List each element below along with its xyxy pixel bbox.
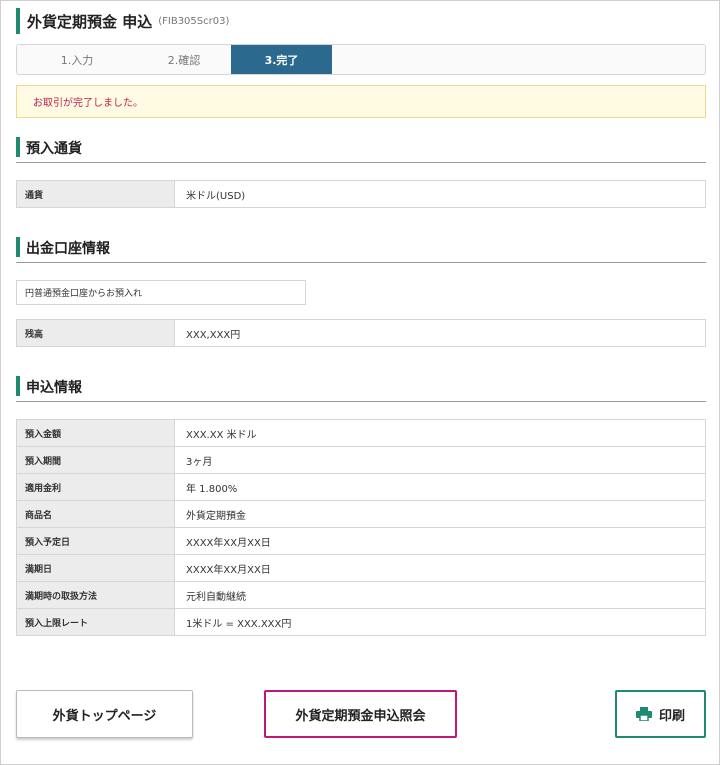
table-row: 預入期間 3ヶ月 xyxy=(16,446,706,474)
section-heading-text: 預入通貨 xyxy=(26,141,82,157)
row-label: 満期時の取扱方法 xyxy=(16,581,175,609)
section-heading-text: 出金口座情報 xyxy=(26,241,110,257)
currency-table: 通貨 米ドル(USD) xyxy=(16,180,706,208)
row-label: 通貨 xyxy=(16,180,175,208)
button-label: 印刷 xyxy=(658,708,685,724)
row-value: 3ヶ月 xyxy=(174,446,706,474)
table-row: 満期時の取扱方法 元利自動継続 xyxy=(16,581,706,609)
row-value: XXXX年XX月XX日 xyxy=(174,554,706,582)
section-heading-currency: 預入通貨 xyxy=(16,135,706,163)
table-row: 預入予定日 XXXX年XX月XX日 xyxy=(16,527,706,555)
table-row: 預入金額 XXX.XX 米ドル xyxy=(16,419,706,447)
step-input: 1.入力 xyxy=(60,53,94,67)
table-row: 商品名 外貨定期預金 xyxy=(16,500,706,528)
heading-bar xyxy=(16,376,20,396)
section-heading-application: 申込情報 xyxy=(16,374,706,402)
section-heading-text: 申込情報 xyxy=(26,380,82,396)
row-value: 米ドル(USD) xyxy=(174,180,706,208)
row-label: 預入金額 xyxy=(16,419,175,447)
application-table: 預入金額 XXX.XX 米ドル 預入期間 3ヶ月 適用金利 年 1.800% 商… xyxy=(16,419,706,636)
row-label: 商品名 xyxy=(16,500,175,528)
row-label: 預入期間 xyxy=(16,446,175,474)
row-value: 年 1.800% xyxy=(174,473,706,501)
heading-bar xyxy=(16,237,20,257)
row-value: XXX,XXX円 xyxy=(174,319,706,347)
row-label: 預入予定日 xyxy=(16,527,175,555)
row-value: XXXX年XX月XX日 xyxy=(174,527,706,555)
row-label: 適用金利 xyxy=(16,473,175,501)
table-row: 残高 XXX,XXX円 xyxy=(16,319,706,347)
row-label: 残高 xyxy=(16,319,175,347)
table-row: 満期日 XXXX年XX月XX日 xyxy=(16,554,706,582)
step-indicator: 1.入力 2.確認 3.完了 xyxy=(16,44,706,75)
row-label: 満期日 xyxy=(16,554,175,582)
withdrawal-account-name: 円普通預金口座からお預入れ xyxy=(16,280,306,305)
deposit-inquiry-button[interactable]: 外貨定期預金申込照会 xyxy=(264,690,457,738)
screen-code: (FIB305Scr03) xyxy=(158,15,230,27)
page-title-text: 外貨定期預金 申込 xyxy=(27,12,153,31)
page-title: 外貨定期預金 申込 (FIB305Scr03) xyxy=(16,8,229,34)
completion-notice: お取引が完了しました。 xyxy=(16,85,706,118)
button-label: 外貨トップページ xyxy=(52,708,157,724)
step-complete: 3.完了 xyxy=(231,45,332,74)
row-value: 1米ドル = XXX.XXX円 xyxy=(174,608,706,636)
row-value: 外貨定期預金 xyxy=(174,500,706,528)
print-button[interactable]: 印刷 xyxy=(615,690,706,738)
button-label: 外貨定期預金申込照会 xyxy=(295,708,426,724)
printer-icon xyxy=(635,707,652,721)
table-row: 預入上限レート 1米ドル = XXX.XXX円 xyxy=(16,608,706,636)
forex-top-page-button[interactable]: 外貨トップページ xyxy=(16,690,193,738)
row-value: XXX.XX 米ドル xyxy=(174,419,706,447)
row-label: 預入上限レート xyxy=(16,608,175,636)
row-value: 元利自動継続 xyxy=(174,581,706,609)
heading-bar xyxy=(16,137,20,157)
section-heading-account: 出金口座情報 xyxy=(16,235,706,263)
table-row: 適用金利 年 1.800% xyxy=(16,473,706,501)
table-row: 通貨 米ドル(USD) xyxy=(16,180,706,208)
balance-table: 残高 XXX,XXX円 xyxy=(16,319,706,347)
step-confirm: 2.確認 xyxy=(167,53,201,67)
